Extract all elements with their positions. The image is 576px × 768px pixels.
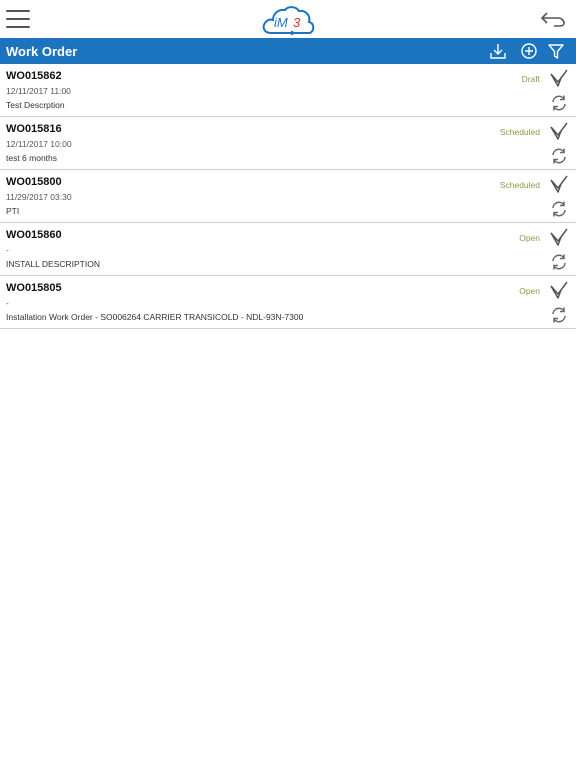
sync-icon[interactable] xyxy=(550,306,568,324)
filter-icon[interactable] xyxy=(547,42,565,60)
work-order-id: WO015860 xyxy=(6,229,62,241)
sync-icon[interactable] xyxy=(550,253,568,271)
svg-text:iM: iM xyxy=(274,15,288,30)
work-order-description: Test Descrption xyxy=(6,100,65,110)
status-badge: Scheduled xyxy=(499,127,540,137)
hamburger-menu-icon[interactable] xyxy=(6,10,30,28)
work-order-datetime: 12/11/2017 10:00 xyxy=(6,139,72,149)
work-order-description: PTI xyxy=(6,206,20,216)
sync-icon[interactable] xyxy=(550,94,568,112)
work-order-list: WO015862 12/11/2017 11:00 Test Descrptio… xyxy=(0,64,576,329)
app-logo: iM 3 xyxy=(262,6,315,36)
work-order-id: WO015805 xyxy=(6,282,62,294)
status-badge: Open xyxy=(519,233,540,243)
work-order-id: WO015816 xyxy=(6,123,62,135)
work-order-description: INSTALL DESCRIPTION xyxy=(6,259,100,269)
work-order-datetime: - xyxy=(6,245,9,255)
assign-icon[interactable] xyxy=(549,121,569,141)
svg-text:3: 3 xyxy=(293,15,301,30)
work-order-datetime: 11/29/2017 03:30 xyxy=(6,192,72,202)
back-arrow-icon[interactable] xyxy=(540,8,566,28)
assign-icon[interactable] xyxy=(549,227,569,247)
work-order-id: WO015800 xyxy=(6,176,62,188)
page-title: Work Order xyxy=(6,44,78,59)
work-order-id: WO015862 xyxy=(6,70,62,82)
status-badge: Draft xyxy=(521,74,540,84)
assign-icon[interactable] xyxy=(549,174,569,194)
download-icon[interactable] xyxy=(489,42,507,60)
work-order-row[interactable]: WO015860 - INSTALL DESCRIPTION Open xyxy=(0,223,576,276)
work-order-row[interactable]: WO015816 12/11/2017 10:00 test 6 months … xyxy=(0,117,576,170)
work-order-datetime: 12/11/2017 11:00 xyxy=(6,86,71,96)
title-bar: Work Order xyxy=(0,38,576,64)
sync-icon[interactable] xyxy=(550,200,568,218)
sync-icon[interactable] xyxy=(550,147,568,165)
assign-icon[interactable] xyxy=(549,280,569,300)
assign-icon[interactable] xyxy=(549,68,569,88)
work-order-row[interactable]: WO015862 12/11/2017 11:00 Test Descrptio… xyxy=(0,64,576,117)
work-order-row[interactable]: WO015800 11/29/2017 03:30 PTI Scheduled xyxy=(0,170,576,223)
work-order-description: test 6 months xyxy=(6,153,58,163)
work-order-description: Installation Work Order - SO006264 CARRI… xyxy=(6,312,304,322)
top-app-bar: iM 3 xyxy=(0,0,576,38)
add-circle-icon[interactable] xyxy=(520,42,538,60)
work-order-datetime: - xyxy=(6,298,9,308)
status-badge: Scheduled xyxy=(499,180,540,190)
work-order-row[interactable]: WO015805 - Installation Work Order - SO0… xyxy=(0,276,576,329)
status-badge: Open xyxy=(519,286,540,296)
